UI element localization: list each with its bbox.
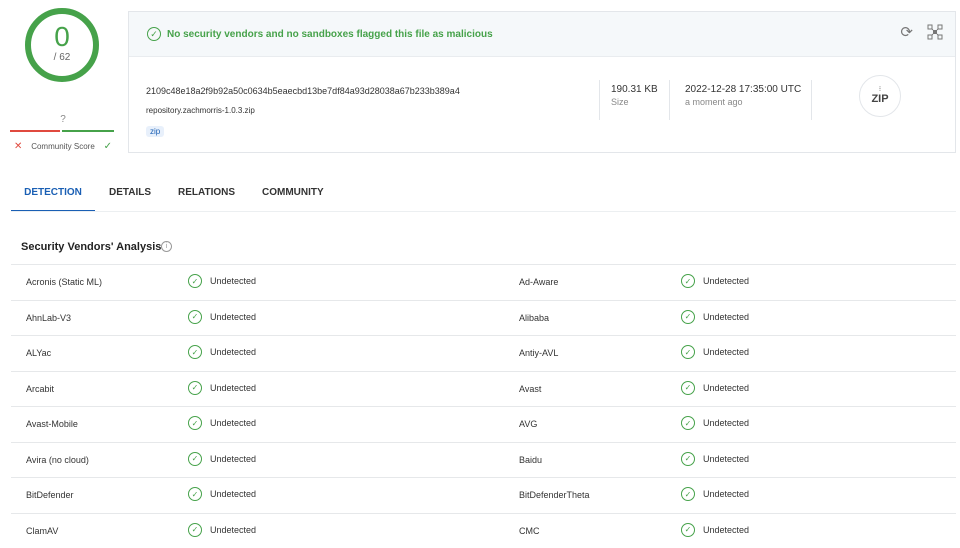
check-circle-icon: ✓: [147, 27, 161, 41]
status-banner: ✓ No security vendors and no sandboxes f…: [129, 12, 955, 57]
analysis-date: 2022-12-28 17:35:00 UTC a moment ago: [685, 84, 801, 107]
check-circle-icon: ✓: [188, 381, 202, 395]
vendor-result: ✓Undetected: [188, 416, 256, 430]
community-score: ✕ Community Score ✓: [10, 141, 116, 152]
vendor-result: ✓Undetected: [681, 381, 749, 395]
vendor-name: Avast: [519, 384, 541, 394]
check-circle-icon: ✓: [681, 487, 695, 501]
vendor-name: Antiy-AVL: [519, 348, 558, 358]
tab-detection[interactable]: DETECTION: [11, 186, 95, 212]
vendor-result: ✓Undetected: [681, 523, 749, 537]
check-circle-icon: ✓: [188, 274, 202, 288]
tab-relations[interactable]: RELATIONS: [178, 186, 235, 210]
vendor-result: ✓Undetected: [188, 274, 256, 288]
table-row: Avast-Mobile ✓Undetected AVG ✓Undetected: [11, 407, 956, 443]
vendor-result: ✓Undetected: [188, 487, 256, 501]
reanalyze-icon[interactable]: ⟳: [900, 26, 913, 40]
vendor-result: ✓Undetected: [188, 452, 256, 466]
vendor-result: ✓Undetected: [188, 310, 256, 324]
vendor-table: Acronis (Static ML) ✓Undetected Ad-Aware…: [11, 264, 956, 548]
detection-score-widget: 0 / 62 ? ✕ Community Score ✓: [10, 8, 116, 158]
tab-bar: DETECTION DETAILS RELATIONS COMMUNITY: [11, 186, 956, 212]
check-circle-icon: ✓: [188, 523, 202, 537]
vendor-result: ✓Undetected: [681, 416, 749, 430]
vendor-name: AVG: [519, 419, 537, 429]
analysis-date-value: 2022-12-28 17:35:00 UTC: [685, 84, 801, 95]
vendor-result: ✓Undetected: [188, 523, 256, 537]
check-circle-icon: ✓: [188, 345, 202, 359]
check-circle-icon: ✓: [188, 416, 202, 430]
table-row: Arcabit ✓Undetected Avast ✓Undetected: [11, 372, 956, 408]
vendor-name: Avast-Mobile: [26, 419, 78, 429]
vendor-name: AhnLab-V3: [26, 313, 71, 323]
vendor-name: Acronis (Static ML): [26, 277, 102, 287]
community-score-value: ?: [10, 114, 116, 125]
file-size: 190.31 KB Size: [611, 84, 658, 107]
check-circle-icon: ✓: [188, 452, 202, 466]
vendor-name: BitDefenderTheta: [519, 490, 590, 500]
check-circle-icon: ✓: [681, 452, 695, 466]
check-circle-icon: ✓: [681, 310, 695, 324]
community-score-label: Community Score: [22, 142, 103, 151]
community-score-bar: [10, 130, 114, 132]
vendor-name: Alibaba: [519, 313, 549, 323]
graph-view-icon[interactable]: [927, 24, 943, 40]
detection-count: 0: [54, 24, 70, 50]
vendor-result: ✓Undetected: [681, 345, 749, 359]
vendor-name: ALYac: [26, 348, 51, 358]
file-size-value: 190.31 KB: [611, 84, 658, 95]
vendor-name: Avira (no cloud): [26, 455, 89, 465]
tab-details[interactable]: DETAILS: [109, 186, 151, 210]
table-row: AhnLab-V3 ✓Undetected Alibaba ✓Undetecte…: [11, 301, 956, 337]
vendor-name: ClamAV: [26, 526, 58, 536]
check-circle-icon: ✓: [681, 274, 695, 288]
detection-ratio-ring: 0 / 62: [25, 8, 99, 82]
vendor-result: ✓Undetected: [188, 381, 256, 395]
status-message: No security vendors and no sandboxes fla…: [167, 29, 493, 40]
check-circle-icon: ✓: [188, 310, 202, 324]
vendor-name: Arcabit: [26, 384, 54, 394]
analysis-date-relative: a moment ago: [685, 97, 801, 107]
vendors-section-title: Security Vendors' Analysis: [21, 241, 161, 253]
info-icon[interactable]: i: [161, 241, 172, 252]
vendor-result: ✓Undetected: [681, 274, 749, 288]
file-info-card: ✓ No security vendors and no sandboxes f…: [128, 11, 956, 153]
vendor-result: ✓Undetected: [681, 310, 749, 324]
table-row: Acronis (Static ML) ✓Undetected Ad-Aware…: [11, 265, 956, 301]
check-circle-icon: ✓: [681, 381, 695, 395]
check-circle-icon: ✓: [681, 523, 695, 537]
file-tag[interactable]: zip: [146, 126, 164, 137]
file-name: repository.zachmorris-1.0.3.zip: [146, 106, 255, 115]
vote-malicious-icon[interactable]: ✕: [14, 141, 22, 152]
table-row: ALYac ✓Undetected Antiy-AVL ✓Undetected: [11, 336, 956, 372]
vendor-name: BitDefender: [26, 490, 74, 500]
vote-harmless-icon[interactable]: ✓: [104, 141, 112, 152]
table-row: Avira (no cloud) ✓Undetected Baidu ✓Unde…: [11, 443, 956, 479]
vendor-name: CMC: [519, 526, 540, 536]
vendor-name: Ad-Aware: [519, 277, 558, 287]
table-row: BitDefender ✓Undetected BitDefenderTheta…: [11, 478, 956, 514]
vendor-result: ✓Undetected: [681, 487, 749, 501]
table-row: ClamAV ✓Undetected CMC ✓Undetected: [11, 514, 956, 548]
check-circle-icon: ✓: [188, 487, 202, 501]
detection-total: / 62: [54, 52, 71, 63]
file-hash[interactable]: 2109c48e18a2f9b92a50c0634b5eaecbd13be7df…: [146, 86, 460, 96]
file-size-label: Size: [611, 97, 658, 107]
vendor-name: Baidu: [519, 455, 542, 465]
tab-community[interactable]: COMMUNITY: [262, 186, 324, 210]
vendor-result: ✓Undetected: [188, 345, 256, 359]
vendor-result: ✓Undetected: [681, 452, 749, 466]
vendors-section-header: Security Vendors' Analysis i: [11, 231, 956, 261]
zip-file-icon: ⁝ ZIP: [859, 75, 901, 117]
check-circle-icon: ✓: [681, 416, 695, 430]
check-circle-icon: ✓: [681, 345, 695, 359]
